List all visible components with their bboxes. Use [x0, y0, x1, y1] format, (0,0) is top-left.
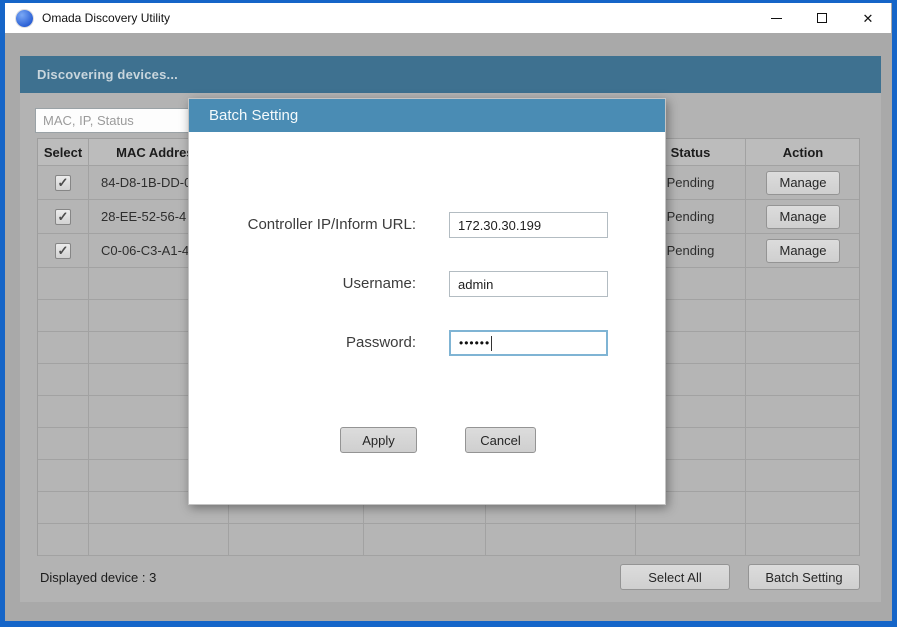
select-all-button[interactable]: Select All [620, 564, 730, 590]
row-checkbox[interactable]: ✓ [55, 175, 71, 191]
empty-cell [38, 428, 89, 459]
column-header-action: Action [746, 139, 860, 165]
app-logo-icon [16, 10, 33, 27]
maximize-button[interactable] [799, 3, 845, 33]
empty-cell [38, 332, 89, 363]
empty-cell [38, 492, 89, 523]
maximize-icon [817, 13, 827, 23]
checkmark-icon: ✓ [58, 210, 69, 223]
displayed-device-count: Displayed device : 3 [40, 570, 156, 585]
empty-cell [38, 268, 89, 299]
discovery-status-text: Discovering devices... [37, 67, 178, 82]
close-icon: ✕ [863, 12, 874, 25]
empty-cell [746, 524, 860, 555]
username-input[interactable] [449, 271, 608, 297]
password-field-row: Password: •••••• [189, 330, 665, 356]
empty-cell [746, 332, 860, 363]
title-bar: Omada Discovery Utility ✕ [5, 3, 891, 33]
username-label: Username: [343, 271, 416, 297]
empty-cell [746, 396, 860, 427]
cancel-button[interactable]: Cancel [465, 427, 536, 453]
password-masked-value: •••••• [459, 336, 490, 350]
empty-cell [746, 460, 860, 491]
empty-cell [364, 524, 486, 555]
minimize-icon [771, 18, 782, 19]
username-field-row: Username: [189, 271, 665, 297]
row-checkbox[interactable]: ✓ [55, 243, 71, 259]
empty-cell [746, 268, 860, 299]
empty-cell [38, 396, 89, 427]
app-window: Omada Discovery Utility ✕ Discovering de… [0, 0, 897, 627]
minimize-button[interactable] [753, 3, 799, 33]
column-header-select: Select [38, 139, 89, 165]
dialog-header: Batch Setting [189, 99, 665, 132]
checkmark-icon: ✓ [58, 176, 69, 189]
dialog-title: Batch Setting [209, 107, 298, 124]
password-label: Password: [346, 330, 416, 356]
window-controls: ✕ [753, 3, 891, 33]
empty-cell [746, 364, 860, 395]
row-checkbox[interactable]: ✓ [55, 209, 71, 225]
window-title: Omada Discovery Utility [42, 11, 170, 25]
search-input[interactable] [35, 108, 195, 133]
controller-ip-input[interactable] [449, 212, 608, 238]
empty-table-row [38, 524, 859, 556]
password-input[interactable]: •••••• [449, 330, 608, 356]
discovery-status-bar: Discovering devices... [20, 56, 881, 93]
manage-button[interactable]: Manage [766, 239, 840, 263]
empty-cell [38, 460, 89, 491]
empty-cell [38, 364, 89, 395]
checkmark-icon: ✓ [58, 244, 69, 257]
controller-ip-field-row: Controller IP/Inform URL: [189, 212, 665, 238]
batch-setting-dialog: Batch Setting Controller IP/Inform URL: … [188, 98, 666, 505]
close-button[interactable]: ✕ [845, 3, 891, 33]
empty-cell [636, 524, 746, 555]
controller-ip-label: Controller IP/Inform URL: [248, 212, 416, 238]
empty-cell [746, 428, 860, 459]
manage-button[interactable]: Manage [766, 171, 840, 195]
apply-button[interactable]: Apply [340, 427, 417, 453]
empty-cell [746, 300, 860, 331]
empty-cell [746, 492, 860, 523]
batch-setting-button[interactable]: Batch Setting [748, 564, 860, 590]
manage-button[interactable]: Manage [766, 205, 840, 229]
empty-cell [38, 300, 89, 331]
empty-cell [89, 524, 229, 555]
text-caret [491, 336, 492, 351]
empty-cell [486, 524, 636, 555]
empty-cell [38, 524, 89, 555]
empty-cell [229, 524, 364, 555]
